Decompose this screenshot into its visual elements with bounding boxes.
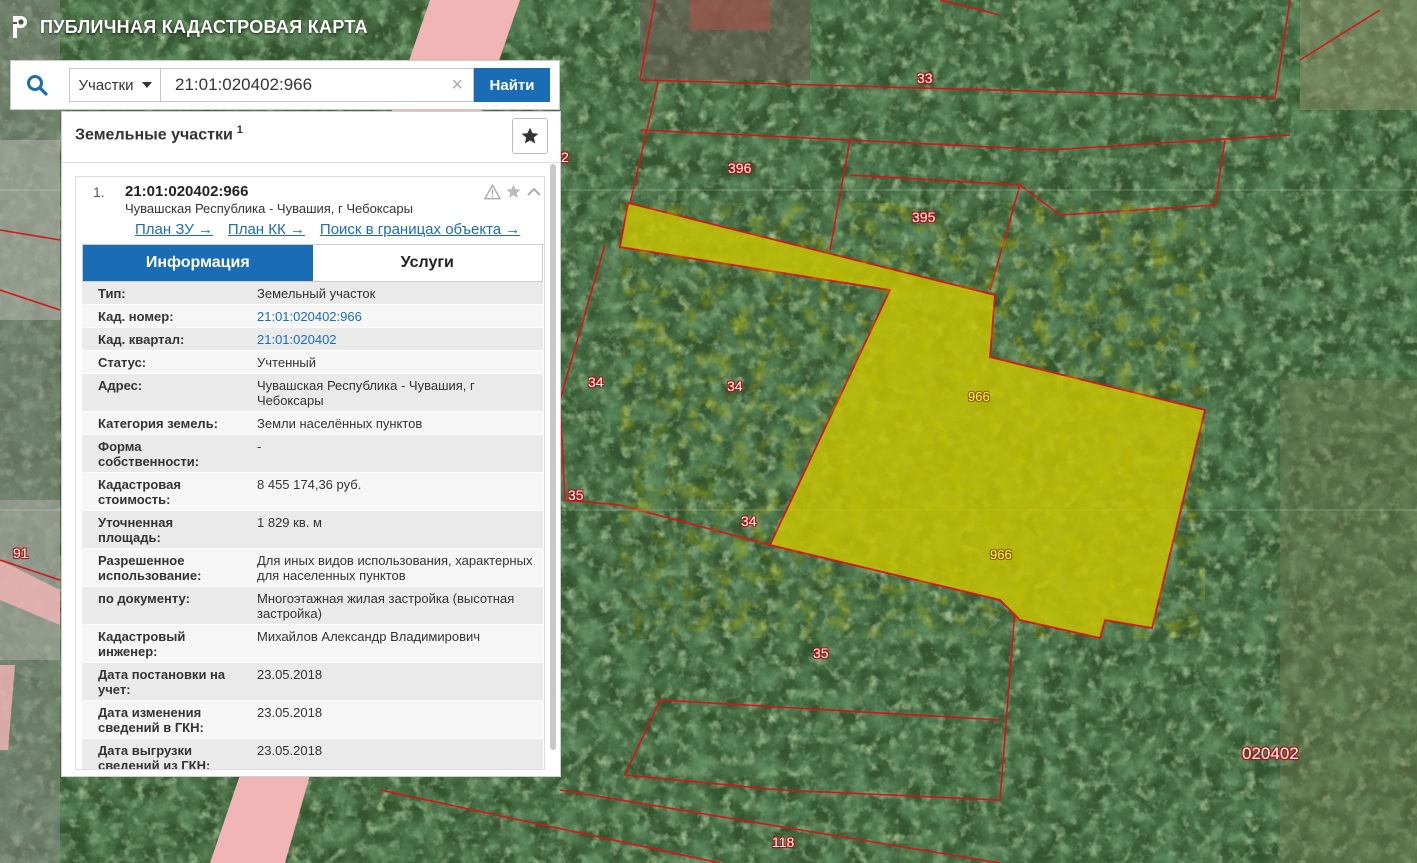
field-value: 23.05.2018 bbox=[241, 738, 543, 769]
table-row: Форма собственности: - bbox=[82, 434, 543, 473]
field-label: Дата изменения сведений в ГКН: bbox=[82, 700, 241, 739]
chevron-up-icon[interactable] bbox=[526, 184, 542, 200]
field-value: 23.05.2018 bbox=[241, 662, 543, 701]
table-row: Кад. квартал: 21:01:020402 bbox=[82, 327, 543, 351]
field-label: Уточненная площадь: bbox=[82, 510, 241, 549]
info-table: Тип: Земельный участок Кад. номер: 21:01:0… bbox=[82, 282, 543, 769]
field-value: Для иных видов использования, характерны… bbox=[241, 548, 543, 587]
search-within-object-link[interactable]: Поиск в границах объекта → bbox=[320, 221, 520, 238]
card-actions bbox=[484, 183, 542, 200]
tab-information[interactable]: Информация bbox=[83, 245, 313, 281]
search-input-wrapper: × bbox=[161, 68, 474, 102]
panel-title: Земельные участки 1 bbox=[75, 124, 243, 144]
result-cadastral-number[interactable]: 21:01:020402:966 bbox=[125, 183, 248, 200]
app-title: ПУБЛИЧНАЯ КАДАСТРОВАЯ КАРТА bbox=[40, 16, 368, 37]
field-value: 8 455 174,36 руб. bbox=[241, 472, 543, 511]
chevron-down-icon bbox=[141, 82, 152, 88]
field-label: Статус: bbox=[82, 350, 241, 374]
info-tabs: Информация Услуги bbox=[82, 244, 543, 282]
result-count: 1 bbox=[236, 124, 243, 136]
panel-header: Земельные участки 1 bbox=[62, 112, 560, 163]
table-row: Дата изменения сведений в ГКН: 23.05.2018 bbox=[82, 700, 543, 739]
field-label: Кад. квартал: bbox=[82, 327, 241, 351]
find-button[interactable]: Найти bbox=[474, 68, 550, 102]
table-row: Адрес: Чувашская Республика - Чувашия, г … bbox=[82, 373, 543, 412]
field-value: 1 829 кв. м bbox=[241, 510, 543, 549]
cadastral-quarter-link[interactable]: 21:01:020402 bbox=[241, 327, 543, 351]
clear-icon[interactable]: × bbox=[451, 75, 463, 95]
field-value: - bbox=[241, 434, 543, 473]
field-value: 23.05.2018 bbox=[241, 700, 543, 739]
result-index: 1. bbox=[93, 184, 105, 200]
star-icon bbox=[521, 127, 539, 144]
table-row: Кадастровый инженер: Михайлов Александр В… bbox=[82, 624, 543, 663]
tab-services[interactable]: Услуги bbox=[312, 245, 542, 281]
map-roof bbox=[690, 0, 770, 30]
field-label: Кад. номер: bbox=[82, 304, 241, 328]
field-label: по документу: bbox=[82, 586, 241, 625]
field-label: Кадастровая стоимость: bbox=[82, 472, 241, 511]
table-row: Категория земель: Земли населённых пункто… bbox=[82, 411, 543, 435]
search-type-dropdown[interactable]: Участки bbox=[69, 68, 161, 102]
field-label: Категория земель: bbox=[82, 411, 241, 435]
field-value: Земли населённых пунктов bbox=[241, 411, 543, 435]
table-row: Разрешенное использование: Для иных видов… bbox=[82, 548, 543, 587]
search-type-label: Участки bbox=[78, 76, 134, 94]
field-label: Разрешенное использование: bbox=[82, 548, 241, 587]
table-row: Уточненная площадь: 1 829 кв. м bbox=[82, 510, 543, 549]
field-label: Форма собственности: bbox=[82, 434, 241, 473]
field-value: Чувашская Республика - Чувашия, г Чебокс… bbox=[241, 373, 543, 412]
field-value: Михайлов Александр Владимирович bbox=[241, 624, 543, 663]
result-card: 1. 21:01:020402:966 Чувашская Республика… bbox=[75, 176, 545, 770]
field-value: Земельный участок bbox=[241, 282, 543, 305]
cadastral-number-link[interactable]: 21:01:020402:966 bbox=[241, 304, 543, 328]
table-row: Кадастровая стоимость: 8 455 174,36 руб. bbox=[82, 472, 543, 511]
card-links: План ЗУ → План КК → Поиск в границах объ… bbox=[135, 221, 520, 238]
search-input[interactable] bbox=[161, 69, 473, 101]
result-address: Чувашская Республика - Чувашия, г Чебокс… bbox=[125, 201, 413, 216]
field-label: Кадастровый инженер: bbox=[82, 624, 241, 663]
plan-zu-link[interactable]: План ЗУ → bbox=[135, 221, 213, 238]
search-icon[interactable] bbox=[11, 61, 63, 109]
search-bar: Участки × Найти bbox=[10, 60, 560, 110]
field-label: Дата выгрузки сведений из ГКН: bbox=[82, 738, 241, 769]
app-header: ПУБЛИЧНАЯ КАДАСТРОВАЯ КАРТА bbox=[10, 14, 368, 40]
table-row: по документу: Многоэтажная жилая застройк… bbox=[82, 586, 543, 625]
map-clearing bbox=[1300, 0, 1417, 110]
field-label: Адрес: bbox=[82, 373, 241, 412]
field-label: Дата постановки на учет: bbox=[82, 662, 241, 701]
panel-title-text: Земельные участки bbox=[75, 126, 233, 144]
favorites-button[interactable] bbox=[512, 118, 548, 154]
map-clearing bbox=[1280, 380, 1417, 863]
star-icon[interactable] bbox=[505, 183, 522, 200]
results-panel: Земельные участки 1 1. 21:01:020402:966 Ч… bbox=[61, 111, 561, 777]
field-value: Учтенный bbox=[241, 350, 543, 374]
field-label: Тип: bbox=[82, 282, 241, 305]
field-value: Многоэтажная жилая застройка (высотная з… bbox=[241, 586, 543, 625]
table-row: Статус: Учтенный bbox=[82, 350, 543, 374]
rosreestr-logo-icon bbox=[13, 16, 27, 38]
warning-icon[interactable] bbox=[484, 183, 501, 200]
table-row: Дата постановки на учет: 23.05.2018 bbox=[82, 662, 543, 701]
table-row: Тип: Земельный участок bbox=[82, 282, 543, 305]
plan-kk-link[interactable]: План КК → bbox=[228, 221, 305, 238]
scrollbar[interactable] bbox=[550, 164, 556, 750]
table-row: Кад. номер: 21:01:020402:966 bbox=[82, 304, 543, 328]
table-row: Дата выгрузки сведений из ГКН: 23.05.2018 bbox=[82, 738, 543, 769]
